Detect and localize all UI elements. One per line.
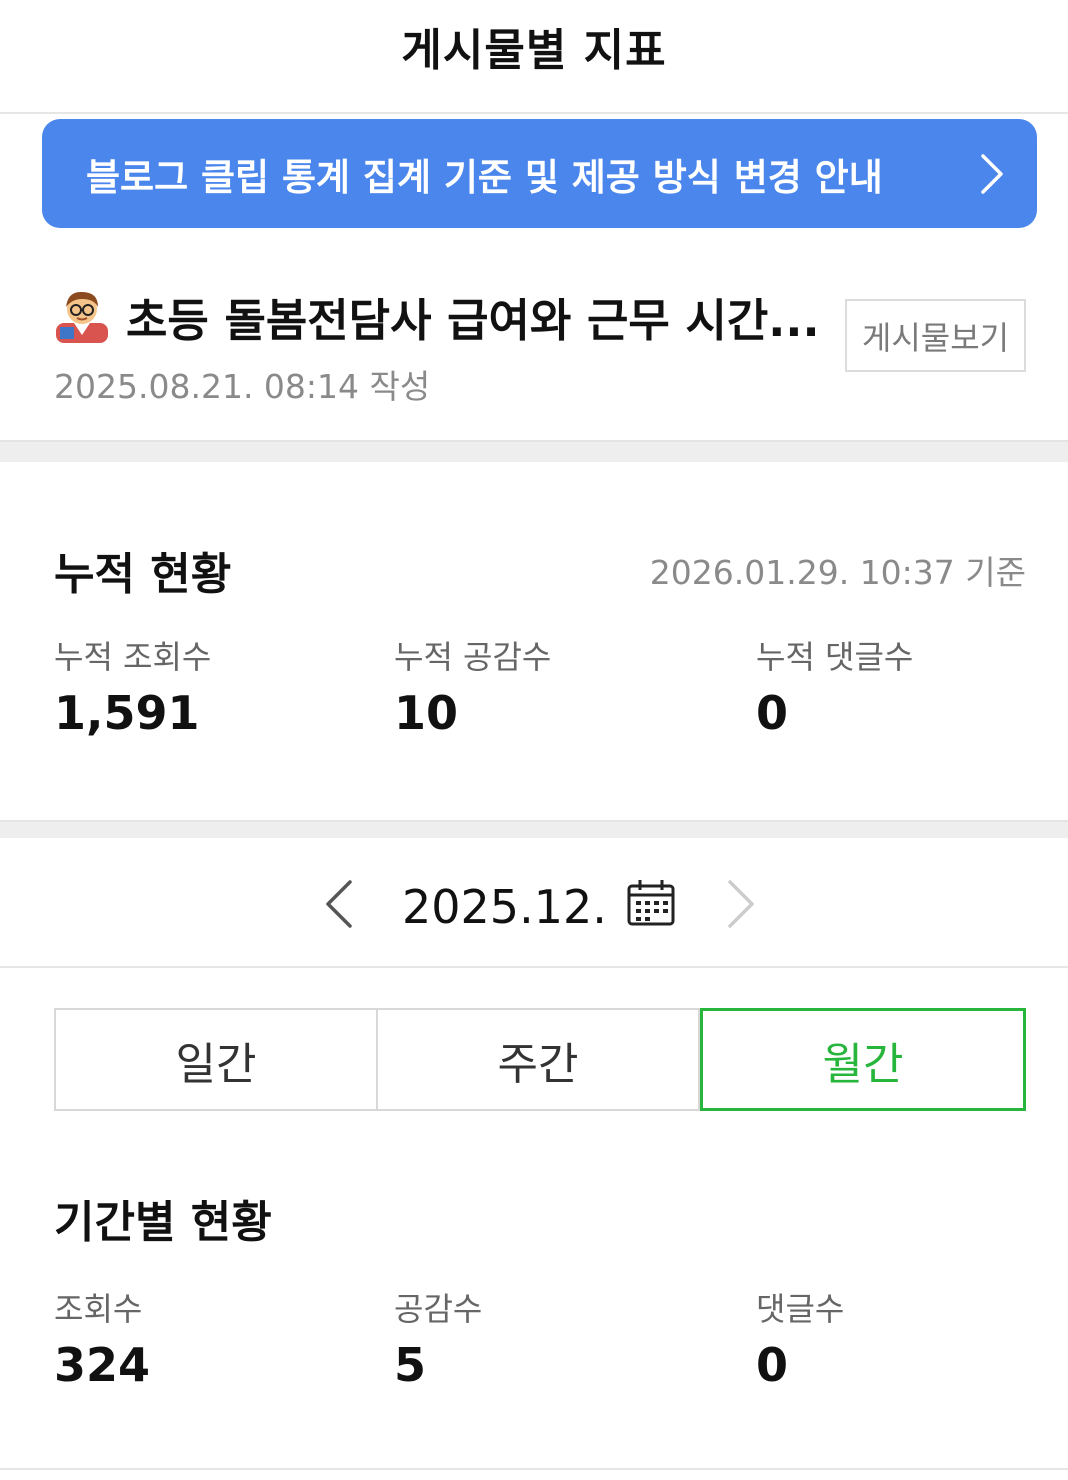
section-divider	[0, 440, 1068, 462]
cumulative-likes-stat: 누적 공감수 10	[394, 632, 551, 740]
teacher-emoji-icon	[54, 287, 110, 343]
page-title: 게시물별 지표	[401, 25, 667, 76]
month-navigator: 2025.12.	[0, 838, 1068, 968]
tab-monthly[interactable]: 월간	[700, 1008, 1026, 1111]
stat-label: 누적 댓글수	[756, 638, 914, 676]
cumulative-views-stat: 누적 조회수 1,591	[54, 632, 211, 740]
stat-label: 누적 조회수	[54, 638, 212, 676]
chevron-right-icon	[977, 150, 1007, 198]
view-post-button[interactable]: 게시물보기	[845, 299, 1026, 372]
cumulative-title: 누적 현황	[54, 549, 232, 600]
stat-label: 댓글수	[756, 1290, 845, 1328]
post-metrics-page: 게시물별 지표 블로그 클립 통계 집계 기준 및 제공 방식 변경 안내 초등…	[0, 0, 1068, 1480]
period-section: 기간별 현황 조회수 324 공감수 5 댓글수 0	[0, 1150, 1068, 1480]
post-info: 초등 돌봄전담사 급여와 근무 시간... 2025.08.21. 08:14 …	[0, 228, 1068, 442]
stat-value: 1,591	[54, 686, 200, 740]
tab-weekly[interactable]: 주간	[378, 1008, 700, 1111]
stat-value: 324	[54, 1338, 151, 1392]
period-views-stat: 조회수 324	[54, 1284, 150, 1392]
notice-banner[interactable]: 블로그 클립 통계 집계 기준 및 제공 방식 변경 안내	[42, 119, 1037, 228]
calendar-icon[interactable]	[626, 878, 676, 928]
cumulative-section: 누적 현황 2026.01.29. 10:37 기준 누적 조회수 1,591 …	[0, 462, 1068, 822]
notice-text: 블로그 클립 통계 집계 기준 및 제공 방식 변경 안내	[86, 155, 883, 199]
chevron-left-icon[interactable]	[318, 876, 360, 932]
app-header: 게시물별 지표	[0, 0, 1068, 114]
stat-value: 5	[394, 1338, 427, 1392]
stat-label: 공감수	[394, 1290, 483, 1328]
period-title: 기간별 현황	[54, 1197, 272, 1248]
tab-daily[interactable]: 일간	[54, 1008, 378, 1111]
stat-value: 10	[394, 686, 459, 740]
as-of-timestamp: 2026.01.29. 10:37 기준	[649, 553, 1026, 592]
stat-value: 0	[756, 1338, 789, 1392]
stat-label: 누적 공감수	[394, 638, 552, 676]
section-divider	[0, 820, 1068, 838]
period-tabs: 일간 주간 월간	[54, 1008, 1026, 1111]
cumulative-comments-stat: 누적 댓글수 0	[756, 632, 913, 740]
current-month-label: 2025.12.	[402, 880, 607, 934]
stat-value: 0	[756, 686, 789, 740]
period-comments-stat: 댓글수 0	[756, 1284, 844, 1392]
chevron-right-icon[interactable]	[720, 876, 762, 932]
post-date: 2025.08.21. 08:14 작성	[54, 367, 431, 406]
stat-label: 조회수	[54, 1290, 143, 1328]
post-title: 초등 돌봄전담사 급여와 근무 시간...	[126, 294, 820, 347]
period-likes-stat: 공감수 5	[394, 1284, 482, 1392]
bottom-divider	[0, 1468, 1068, 1470]
